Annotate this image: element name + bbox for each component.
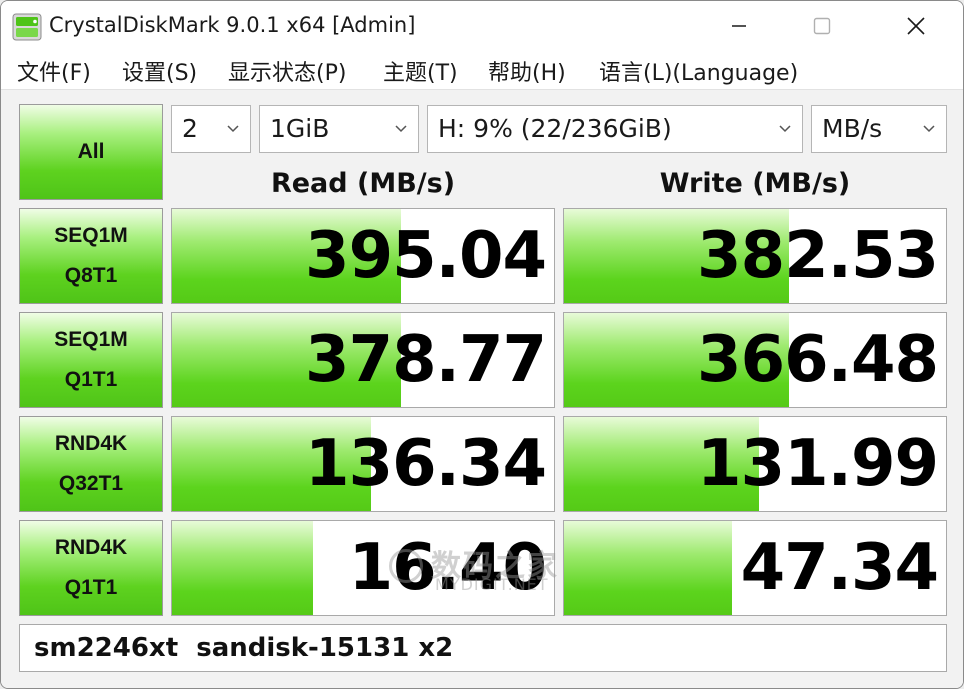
run-all-label: All xyxy=(77,140,105,163)
read-result-seq1m-q8t1: 395.04 xyxy=(171,208,555,304)
menu-language[interactable]: 语言(L)(Language) xyxy=(599,55,798,87)
menu-help[interactable]: 帮助(H) xyxy=(488,55,566,87)
read-value: 16.40 xyxy=(348,531,547,605)
chevron-down-icon xyxy=(923,125,935,133)
write-value: 131.99 xyxy=(697,427,939,501)
unit-value: MB/s xyxy=(822,114,883,143)
write-result-seq1m-q1t1: 366.48 xyxy=(563,312,947,408)
read-value: 136.34 xyxy=(305,427,547,501)
test-size-value: 1GiB xyxy=(270,114,330,143)
menu-file[interactable]: 文件(F) xyxy=(17,55,91,87)
test-name-line1: SEQ1M xyxy=(54,224,128,247)
write-value: 47.34 xyxy=(740,531,939,605)
write-bar xyxy=(564,521,733,615)
test-button-rnd4k-q1t1[interactable]: RND4K Q1T1 xyxy=(19,520,163,616)
crystaldiskmark-app-icon xyxy=(12,13,42,41)
test-name-line2: Q32T1 xyxy=(58,472,124,495)
test-count-value: 2 xyxy=(182,114,198,143)
title-bar: CrystalDiskMark 9.0.1 x64 [Admin] xyxy=(1,1,963,51)
test-button-seq1m-q8t1[interactable]: SEQ1M Q8T1 xyxy=(19,208,163,304)
run-all-button[interactable]: All xyxy=(19,104,163,200)
test-button-seq1m-q1t1[interactable]: SEQ1M Q1T1 xyxy=(19,312,163,408)
menu-settings[interactable]: 设置(S) xyxy=(122,55,197,87)
write-result-rnd4k-q1t1: 47.34 xyxy=(563,520,947,616)
window-title: CrystalDiskMark 9.0.1 x64 [Admin] xyxy=(49,13,416,37)
read-result-rnd4k-q32t1: 136.34 xyxy=(171,416,555,512)
test-name-line2: Q8T1 xyxy=(64,264,118,287)
read-bar xyxy=(172,521,314,615)
read-result-seq1m-q1t1: 378.77 xyxy=(171,312,555,408)
test-size-select[interactable]: 1GiB xyxy=(259,105,419,153)
menu-theme[interactable]: 主题(T) xyxy=(383,55,458,87)
test-name-line1: RND4K xyxy=(54,536,128,559)
chevron-down-icon xyxy=(227,125,239,133)
menu-bar: 文件(F) 设置(S) 显示状态(P) 主题(T) 帮助(H) 语言(L)(La… xyxy=(1,51,963,90)
read-column-header: Read (MB/s) xyxy=(270,168,456,199)
chevron-down-icon xyxy=(395,125,407,133)
chevron-down-icon xyxy=(779,125,791,133)
close-button[interactable] xyxy=(892,1,940,51)
drive-select[interactable]: H: 9% (22/236GiB) xyxy=(427,105,803,153)
main-panel: All 2 1GiB H: 9% (22/236GiB) MB/s Read (… xyxy=(1,90,963,688)
read-result-rnd4k-q1t1: 16.40 xyxy=(171,520,555,616)
test-button-rnd4k-q32t1[interactable]: RND4K Q32T1 xyxy=(19,416,163,512)
test-count-select[interactable]: 2 xyxy=(171,105,251,153)
comment-field[interactable]: sm2246xt sandisk-15131 x2 xyxy=(19,624,947,672)
test-name-line1: RND4K xyxy=(54,432,128,455)
test-name-line2: Q1T1 xyxy=(64,368,118,391)
minimize-button[interactable] xyxy=(715,1,763,51)
read-value: 378.77 xyxy=(305,323,547,397)
unit-select[interactable]: MB/s xyxy=(811,105,947,153)
minimize-icon xyxy=(732,25,746,27)
write-value: 366.48 xyxy=(697,323,939,397)
test-name-line1: SEQ1M xyxy=(54,328,128,351)
write-column-header: Write (MB/s) xyxy=(659,168,851,199)
maximize-button[interactable] xyxy=(798,1,846,51)
drive-value: H: 9% (22/236GiB) xyxy=(438,114,672,143)
write-value: 382.53 xyxy=(697,219,939,293)
close-icon xyxy=(907,17,925,35)
read-value: 395.04 xyxy=(305,219,547,293)
menu-display[interactable]: 显示状态(P) xyxy=(228,55,346,87)
write-result-seq1m-q8t1: 382.53 xyxy=(563,208,947,304)
test-name-line2: Q1T1 xyxy=(64,576,118,599)
maximize-icon xyxy=(813,17,831,35)
app-window: CrystalDiskMark 9.0.1 x64 [Admin] 文件(F) … xyxy=(0,0,964,689)
write-result-rnd4k-q32t1: 131.99 xyxy=(563,416,947,512)
